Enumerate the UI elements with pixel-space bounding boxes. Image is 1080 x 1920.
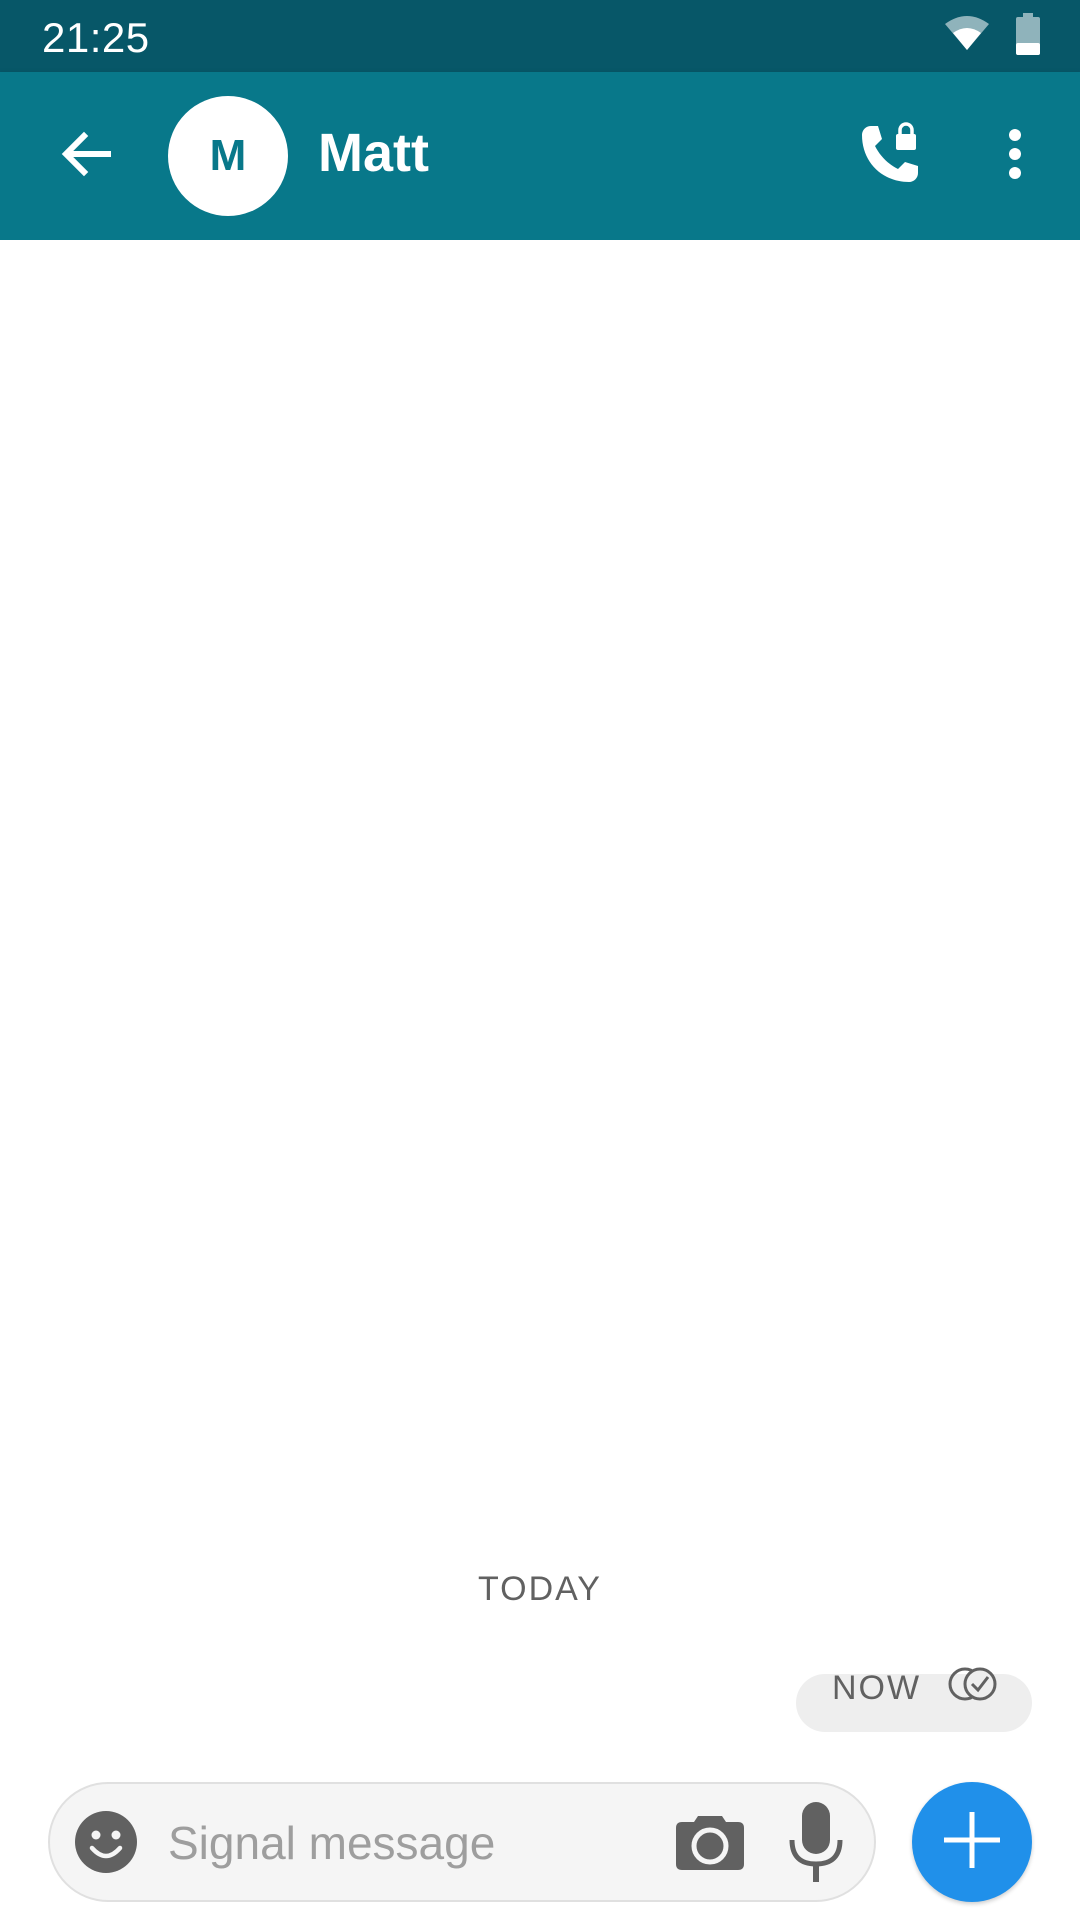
plus-icon	[940, 1808, 1004, 1877]
secure-call-icon	[858, 121, 922, 191]
wifi-icon	[944, 15, 990, 57]
camera-button[interactable]	[674, 1810, 746, 1874]
delivered-check-icon	[945, 1664, 1001, 1713]
mic-button[interactable]	[786, 1800, 846, 1884]
emoji-icon	[74, 1811, 138, 1878]
avatar[interactable]: M	[168, 96, 288, 216]
message-meta: NOW	[832, 1664, 1001, 1713]
back-button[interactable]	[44, 114, 128, 198]
app-bar: M Matt	[0, 72, 1080, 240]
avatar-initial: M	[209, 131, 247, 180]
status-bar: 21:25	[0, 0, 1080, 72]
more-vert-icon	[1007, 128, 1023, 185]
emoji-button[interactable]	[74, 1810, 138, 1874]
battery-icon	[1016, 12, 1040, 60]
contact-name[interactable]: Matt	[318, 122, 429, 184]
mic-icon	[786, 1802, 846, 1888]
conversation-list[interactable]	[0, 240, 1080, 1770]
message-input[interactable]	[168, 1810, 628, 1876]
secure-call-button[interactable]	[846, 112, 934, 200]
status-time: 21:25	[42, 14, 150, 61]
status-icons	[944, 12, 1040, 60]
date-header: TODAY	[478, 1570, 602, 1608]
back-arrow-icon	[58, 126, 114, 187]
more-options-button[interactable]	[980, 112, 1050, 200]
compose-bar	[48, 1782, 876, 1902]
attach-button[interactable]	[912, 1782, 1032, 1902]
camera-icon	[674, 1816, 746, 1878]
message-time: NOW	[832, 1669, 922, 1707]
